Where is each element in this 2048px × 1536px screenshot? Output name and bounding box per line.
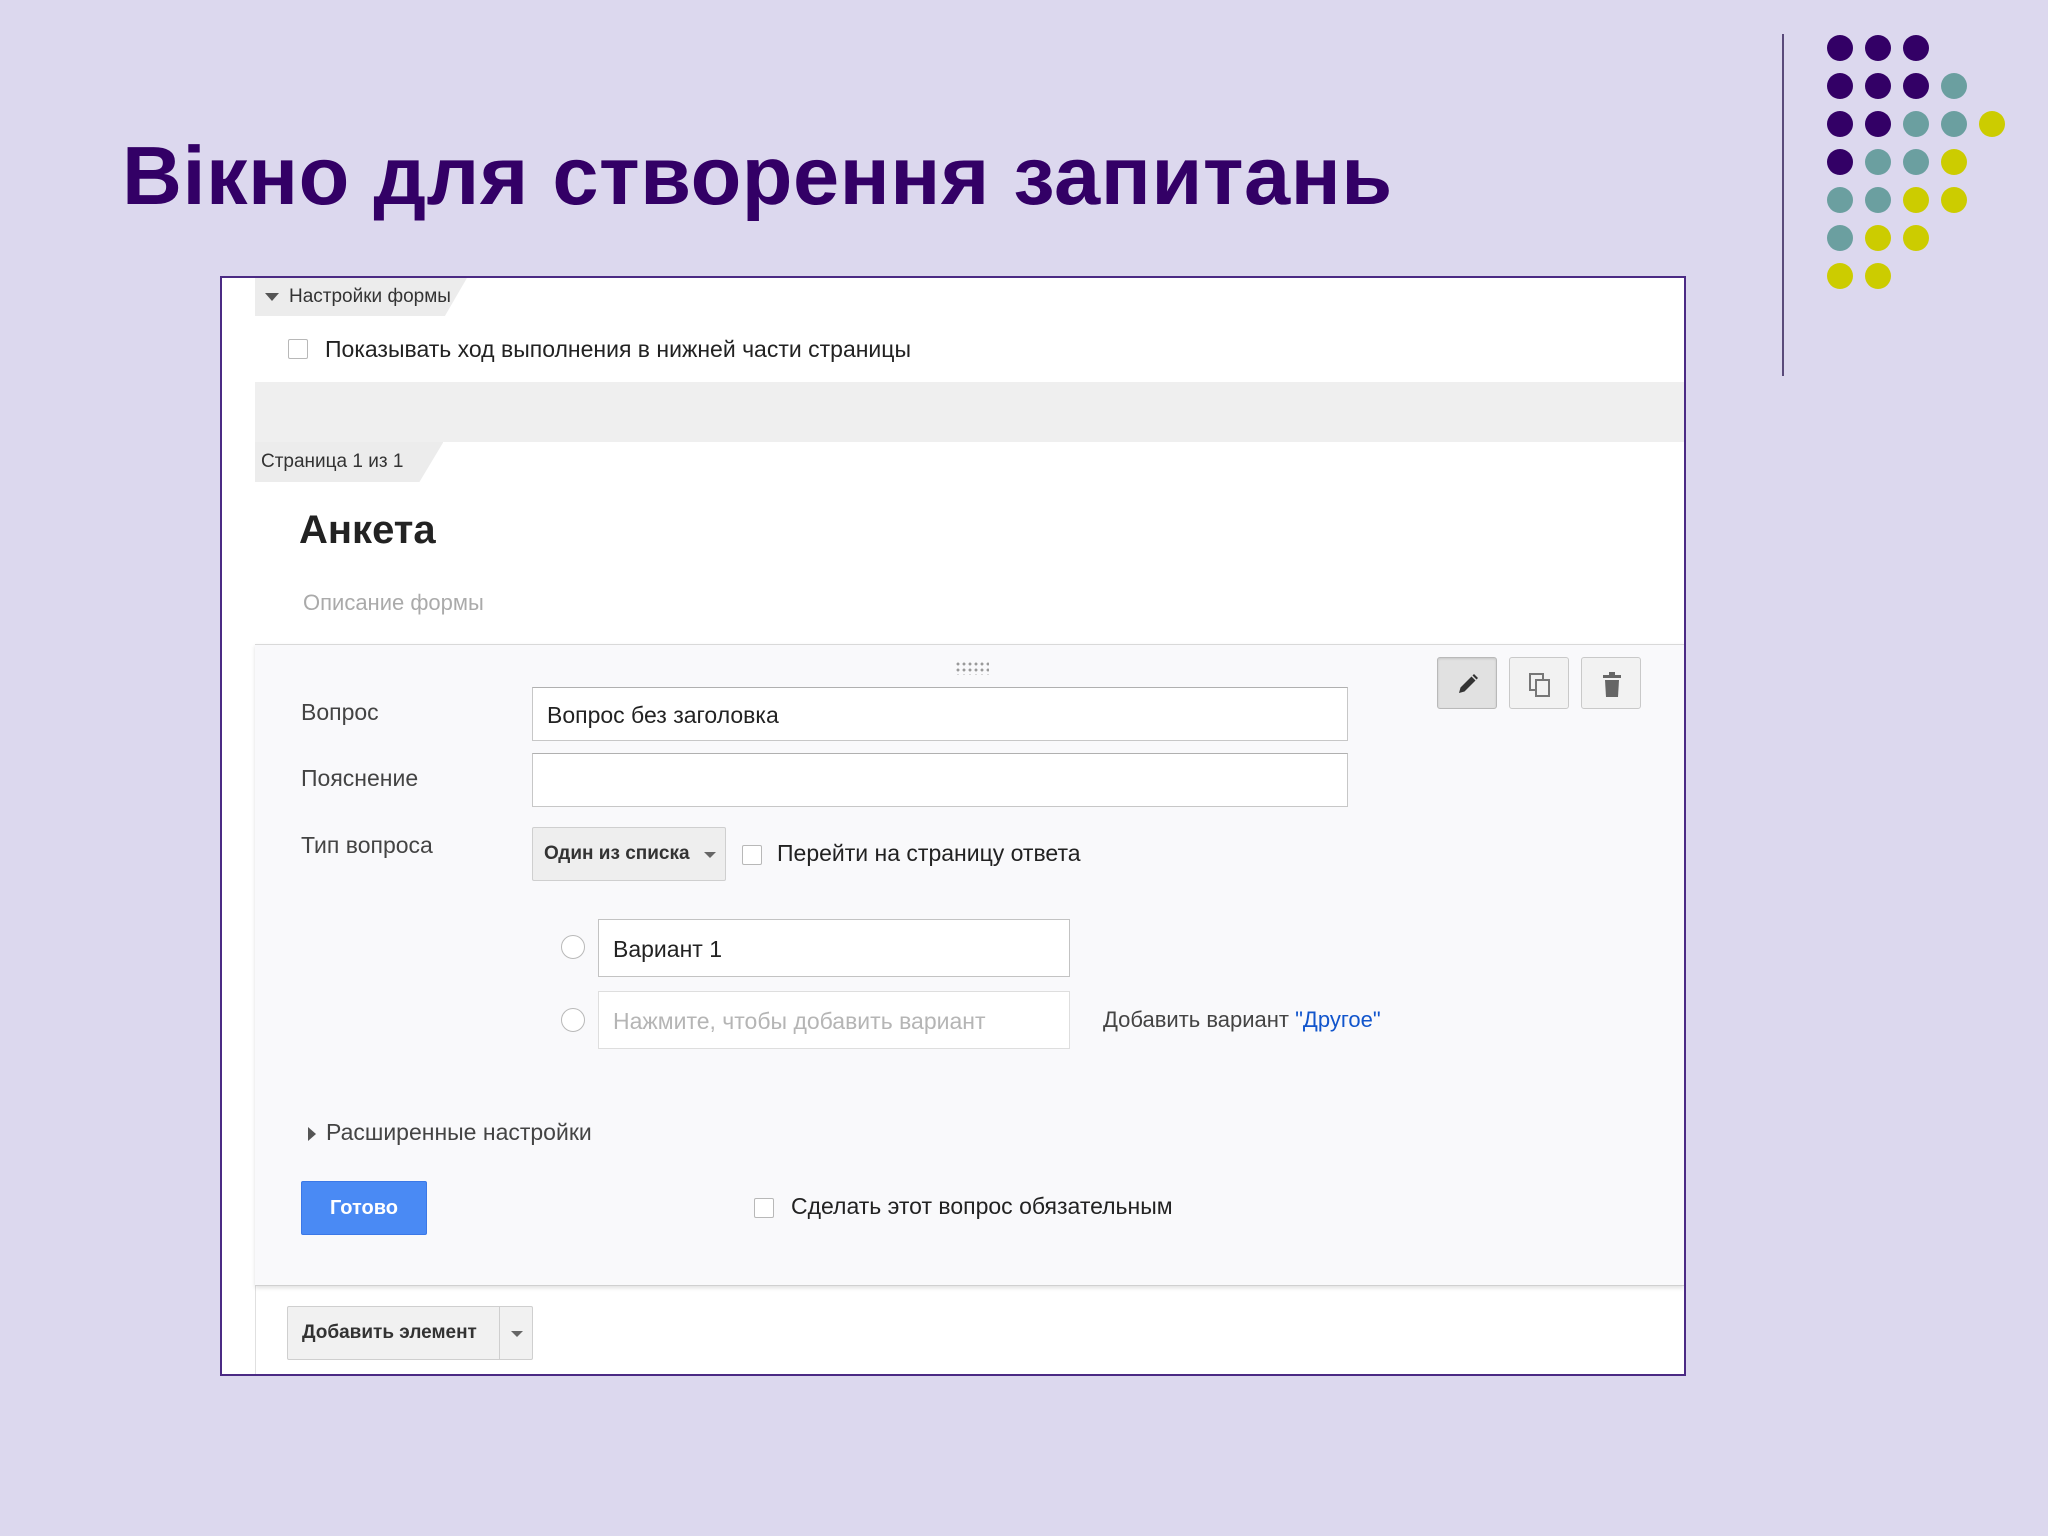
add-other-prefix: Добавить вариант bbox=[1103, 1007, 1296, 1032]
drag-handle-icon[interactable] bbox=[955, 661, 989, 675]
decorative-dot bbox=[1865, 225, 1891, 251]
decorative-dot bbox=[1827, 149, 1853, 175]
section-separator bbox=[255, 382, 1684, 442]
add-other-option: Добавить вариант "Другое" bbox=[1103, 1007, 1381, 1033]
add-option-input[interactable]: Нажмите, чтобы добавить вариант bbox=[598, 991, 1070, 1049]
trash-icon bbox=[1603, 672, 1621, 697]
decorative-dot bbox=[1903, 73, 1929, 99]
pencil-icon bbox=[1459, 674, 1478, 693]
advanced-settings-label: Расширенные настройки bbox=[326, 1119, 592, 1145]
decorative-dot bbox=[1979, 111, 2005, 137]
advanced-settings-toggle[interactable]: Расширенные настройки bbox=[308, 1119, 592, 1146]
expand-triangle-icon bbox=[308, 1126, 316, 1141]
duplicate-button[interactable] bbox=[1509, 657, 1569, 709]
duplicate-icon bbox=[1529, 673, 1550, 697]
page-indicator: Страница 1 из 1 bbox=[255, 442, 443, 482]
go-to-page-label: Перейти на страницу ответа bbox=[777, 840, 1081, 866]
progress-checkbox-label: Показывать ход выполнения в нижней части… bbox=[325, 336, 911, 362]
decorative-dot bbox=[1865, 149, 1891, 175]
form-editor-screenshot: Настройки формы Показывать ход выполнени… bbox=[220, 276, 1686, 1376]
required-label: Сделать этот вопрос обязательным bbox=[791, 1193, 1173, 1219]
decorative-dot bbox=[1827, 35, 1853, 61]
collapse-triangle-icon bbox=[265, 293, 279, 301]
question-label: Вопрос bbox=[301, 699, 379, 725]
decorative-dot bbox=[1941, 149, 1967, 175]
decorative-dot bbox=[1827, 187, 1853, 213]
decorative-dot bbox=[1903, 225, 1929, 251]
required-checkbox[interactable] bbox=[754, 1198, 774, 1218]
question-type-dropdown[interactable]: Один из списка bbox=[532, 827, 726, 881]
form-settings-toggle[interactable]: Настройки формы bbox=[255, 278, 467, 316]
delete-button[interactable] bbox=[1581, 657, 1641, 709]
decorative-dot bbox=[1827, 225, 1853, 251]
decorative-dot bbox=[1903, 111, 1929, 137]
decorative-dot bbox=[1903, 149, 1929, 175]
help-text-label: Пояснение bbox=[301, 765, 419, 791]
decorative-dot bbox=[1941, 73, 1967, 99]
edit-button[interactable] bbox=[1437, 657, 1497, 709]
decorative-dot bbox=[1827, 73, 1853, 99]
left-gutter bbox=[222, 278, 256, 1374]
question-title-input[interactable]: Вопрос без заголовка bbox=[532, 687, 1348, 741]
decorative-dot bbox=[1865, 187, 1891, 213]
form-settings-section: Настройки формы Показывать ход выполнени… bbox=[255, 278, 1684, 383]
decorative-dot bbox=[1827, 111, 1853, 137]
help-text-input[interactable] bbox=[532, 753, 1348, 807]
decorative-dot bbox=[1865, 73, 1891, 99]
form-title[interactable]: Анкета bbox=[299, 508, 436, 553]
slide-title: Вікно для створення запитань bbox=[122, 129, 1393, 222]
add-option-placeholder: Нажмите, чтобы добавить вариант bbox=[613, 1008, 986, 1034]
question-editor-card: Вопрос Вопрос без заголовка Пояснение Ти… bbox=[255, 644, 1684, 1286]
add-item-button[interactable]: Добавить элемент bbox=[287, 1306, 533, 1360]
question-type-value: Один из списка bbox=[544, 843, 690, 864]
add-item-label: Добавить элемент bbox=[302, 1322, 477, 1343]
decorative-dot bbox=[1903, 35, 1929, 61]
go-to-page-checkbox[interactable] bbox=[742, 845, 762, 865]
decorative-divider bbox=[1782, 34, 1784, 376]
decorative-dot bbox=[1941, 111, 1967, 137]
question-title-value: Вопрос без заголовка bbox=[547, 702, 779, 728]
option-input[interactable]: Вариант 1 bbox=[598, 919, 1070, 977]
add-item-separator bbox=[499, 1307, 500, 1359]
decorative-dot bbox=[1865, 111, 1891, 137]
add-other-link[interactable]: "Другое" bbox=[1295, 1007, 1381, 1032]
chevron-down-icon bbox=[704, 852, 716, 858]
new-option-radio-icon bbox=[561, 1008, 585, 1032]
question-type-label: Тип вопроса bbox=[301, 832, 433, 858]
chevron-down-icon[interactable] bbox=[511, 1331, 523, 1337]
option-radio-icon bbox=[561, 935, 585, 959]
decorative-dot bbox=[1941, 187, 1967, 213]
progress-checkbox[interactable] bbox=[288, 339, 308, 359]
decorative-dot bbox=[1865, 263, 1891, 289]
form-description-field[interactable]: Описание формы bbox=[303, 590, 484, 616]
decorative-dot bbox=[1865, 35, 1891, 61]
option-value: Вариант 1 bbox=[613, 936, 722, 962]
decorative-dot bbox=[1903, 187, 1929, 213]
decorative-dot bbox=[1827, 263, 1853, 289]
done-button[interactable]: Готово bbox=[301, 1181, 427, 1235]
form-settings-label: Настройки формы bbox=[289, 286, 451, 307]
